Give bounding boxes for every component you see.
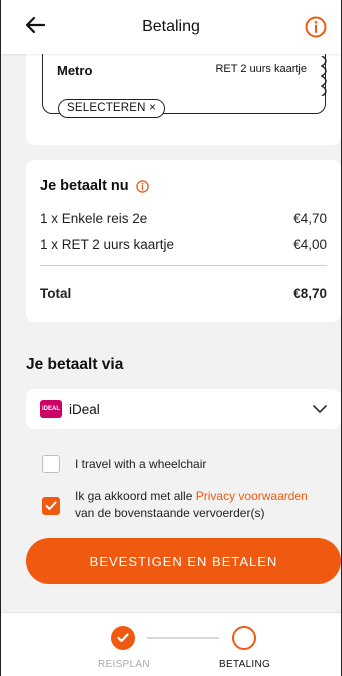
total-label: Total (40, 286, 72, 301)
terms-suffix: van de bovenstaande vervoerder(s) (75, 506, 265, 520)
line-item-label: 1 x RET 2 uurs kaartje (40, 237, 175, 252)
payment-method-select[interactable]: iDEAL iDeal (26, 389, 341, 429)
step-label-betaling: BETALING (219, 659, 271, 670)
terms-checkbox[interactable] (42, 497, 60, 515)
wheelchair-checkbox[interactable] (42, 455, 60, 473)
line-item-price: €4,00 (293, 237, 327, 252)
progress-stepper: REISPLAN BETALING (1, 612, 341, 676)
line-item-price: €4,70 (293, 211, 327, 226)
privacy-terms-link[interactable]: Privacy voorwaarden (196, 489, 308, 503)
step-current-icon (232, 626, 256, 650)
payment-screen: Betaling Metro RET 2 uurs kaartje SELECT… (0, 0, 342, 676)
payment-method-heading: Je betaalt via (26, 356, 124, 373)
wheelchair-label[interactable]: I travel with a wheelchair (75, 456, 206, 473)
step-label-reisplan[interactable]: REISPLAN (98, 659, 150, 670)
checkmark-icon (45, 501, 57, 510)
line-item-label: 1 x Enkele reis 2e (40, 211, 148, 226)
step-connector (147, 637, 219, 639)
info-icon[interactable] (135, 179, 149, 193)
terms-label: Ik ga akkoord met alle Privacy voorwaard… (75, 488, 308, 522)
info-icon[interactable] (305, 16, 327, 38)
total-value: €8,70 (293, 286, 327, 301)
chevron-down-icon (313, 405, 327, 413)
summary-line-item: 1 x RET 2 uurs kaartje €4,00 (40, 237, 327, 252)
page-title: Betaling (142, 18, 200, 35)
top-bar: Betaling (1, 0, 341, 54)
wheelchair-option: I travel with a wheelchair (42, 455, 206, 473)
terms-prefix: Ik ga akkoord met alle (75, 489, 196, 503)
terms-option: Ik ga akkoord met alle Privacy voorwaard… (42, 488, 308, 522)
select-ticket-button[interactable]: SELECTEREN × (58, 99, 165, 118)
payment-summary-card: Je betaalt nu 1 x Enkele reis 2e €4,70 1… (26, 160, 341, 322)
ideal-logo: iDEAL (40, 400, 62, 418)
arrow-left-icon[interactable] (23, 13, 47, 37)
ticket-card: Metro RET 2 uurs kaartje SELECTEREN × (26, 54, 341, 145)
payment-method-value: iDeal (69, 401, 100, 417)
confirm-and-pay-button[interactable]: BEVESTIGEN EN BETALEN (26, 538, 341, 584)
ideal-logo-text: iDEAL (42, 406, 60, 412)
summary-heading: Je betaalt nu (40, 178, 149, 194)
summary-divider (40, 265, 327, 266)
ticket-edge-decoration (320, 56, 327, 96)
ticket-mode: Metro (57, 63, 93, 78)
ticket-type: RET 2 uurs kaartje (215, 63, 307, 75)
summary-total: Total €8,70 (40, 286, 327, 301)
summary-line-item: 1 x Enkele reis 2e €4,70 (40, 211, 327, 226)
checkmark-icon (117, 633, 129, 643)
step-done-icon[interactable] (111, 626, 135, 650)
summary-title: Je betaalt nu (40, 178, 129, 194)
